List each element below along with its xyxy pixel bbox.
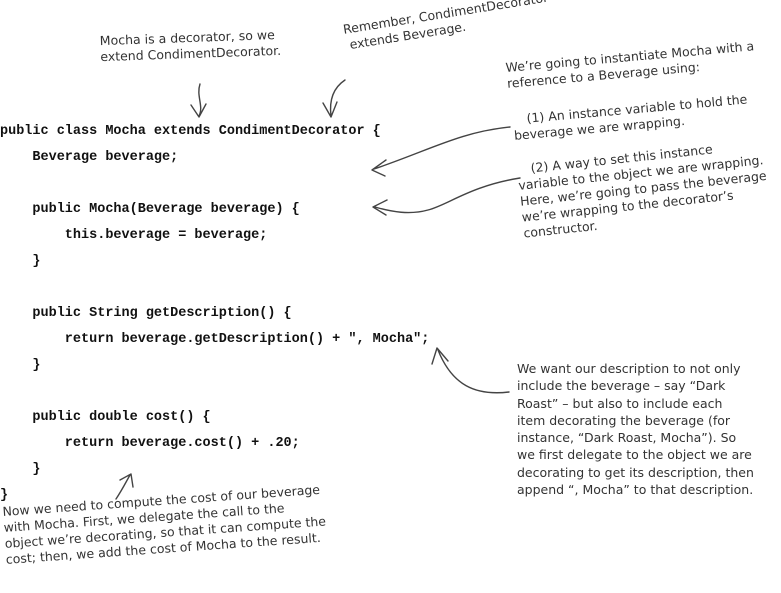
code-line: Beverage beverage;: [0, 150, 179, 165]
arrow-condiment-decorator: [322, 79, 346, 118]
note-line: append “, Mocha” to that description.: [517, 482, 754, 498]
code-line: return beverage.getDescription() + ", Mo…: [0, 332, 430, 347]
note-line: include the beverage – say “Dark: [517, 378, 726, 394]
code-line: }: [0, 462, 41, 477]
note-instance-variable: (1) An instance variable to hold the bev…: [512, 91, 749, 143]
code-line: public String getDescription() {: [0, 306, 292, 321]
arrow-description: [431, 347, 510, 394]
note-setter: (2) A way to set this instance variable …: [516, 136, 771, 241]
code-line: }: [0, 358, 41, 373]
note-line: instance, “Dark Roast, Mocha”). So: [517, 430, 737, 446]
note-line: we first delegate to the object we are: [517, 447, 752, 463]
note-description: We want our description to not only incl…: [517, 360, 754, 498]
code-line: }: [0, 254, 41, 269]
note-remember: Remember, CondimentDecorator extends Bev…: [342, 0, 552, 54]
code-line: this.beverage = beverage;: [0, 228, 268, 243]
note-instantiate: We’re going to instantiate Mocha with a …: [505, 38, 756, 92]
note-line: We want our description to not only: [517, 361, 741, 376]
arrow-decorator: [190, 83, 207, 118]
note-line: decorating to get its description, then: [517, 464, 754, 480]
code-block: public class Mocha extends CondimentDeco…: [0, 124, 429, 514]
note-line: Roast” – but also to include each: [517, 395, 723, 411]
code-line: return beverage.cost() + .20;: [0, 436, 300, 451]
code-line: public class Mocha extends CondimentDeco…: [0, 124, 381, 139]
code-line: public Mocha(Beverage beverage) {: [0, 202, 300, 217]
note-line: item decorating the beverage (for: [517, 412, 731, 428]
note-decorator: Mocha is a decorator, so we extend Condi…: [99, 27, 281, 65]
code-line: public double cost() {: [0, 410, 211, 425]
